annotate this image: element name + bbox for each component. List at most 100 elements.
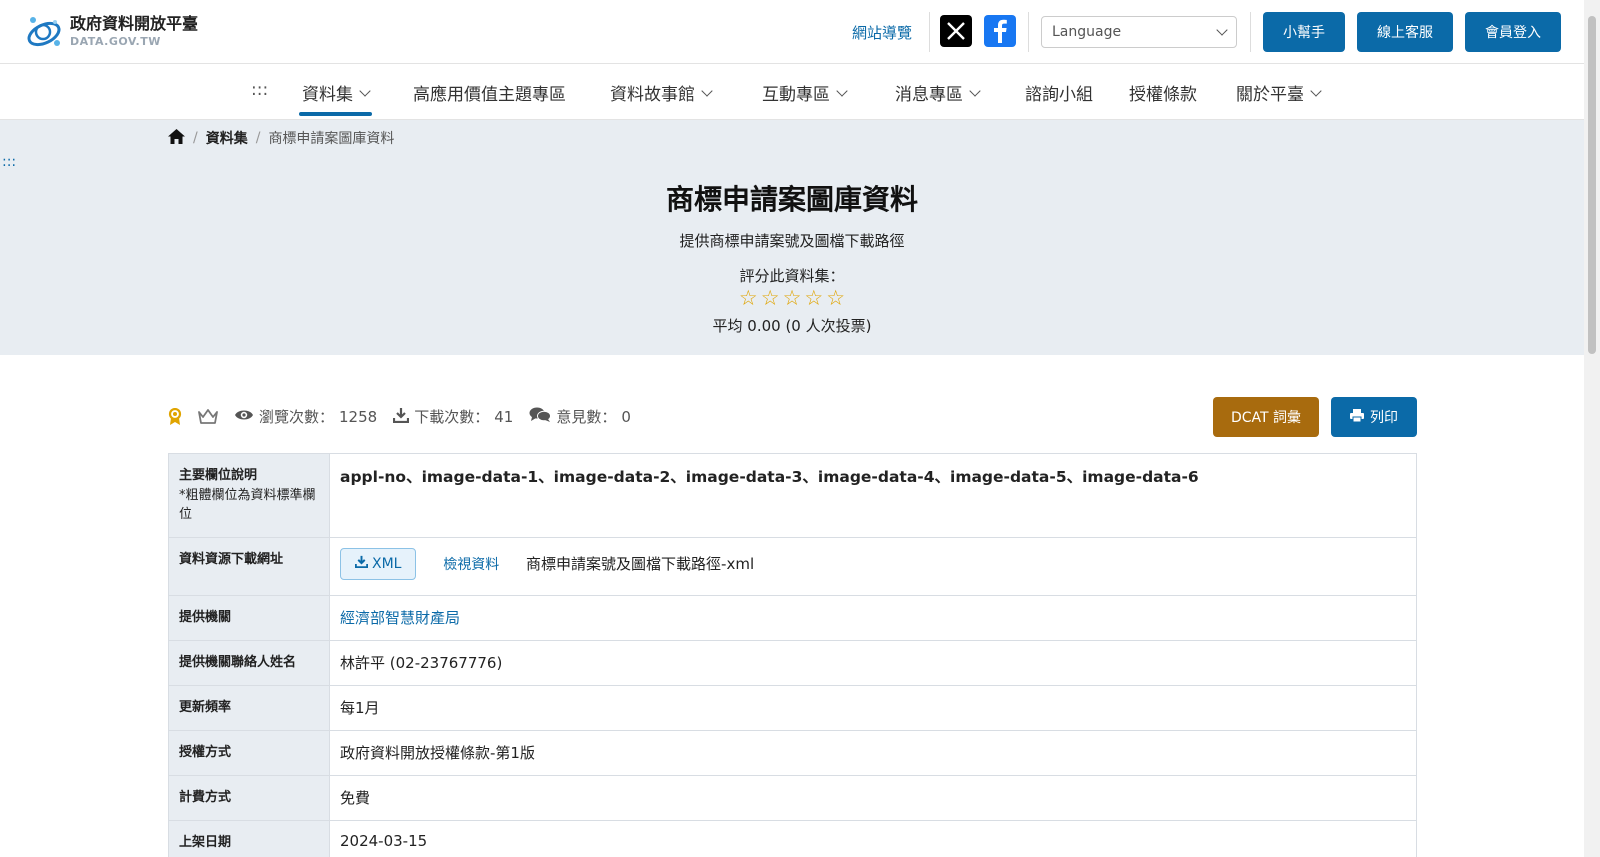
table-row: 提供機關 經濟部智慧財產局 bbox=[168, 594, 1417, 641]
provider-link[interactable]: 經濟部智慧財產局 bbox=[340, 609, 460, 627]
table-row: 主要欄位說明 *粗體欄位為資料標準欄位 appl-no、image-data-1… bbox=[168, 453, 1417, 538]
frequency-value: 每1月 bbox=[340, 698, 380, 717]
scrollbar-thumb[interactable] bbox=[1588, 16, 1596, 354]
resource-label: 資料資源下載網址 bbox=[179, 551, 284, 567]
downloads-stat: 下載次數： 41 bbox=[393, 406, 513, 427]
table-cell: 林許平 (02-23767776) bbox=[329, 639, 1417, 686]
badge-icon bbox=[168, 407, 182, 426]
table-header: 提供機關聯絡人姓名 bbox=[168, 639, 330, 686]
comments-icon bbox=[529, 406, 552, 427]
fields-note: *粗體欄位為資料標準欄位 bbox=[179, 487, 316, 523]
site-logo[interactable]: 政府資料開放平臺 DATA.GOV.TW bbox=[24, 12, 198, 50]
star-icon[interactable]: ☆ bbox=[783, 288, 802, 309]
page-scrollbar[interactable] bbox=[1584, 0, 1600, 857]
table-cell: 經濟部智慧財產局 bbox=[329, 594, 1417, 641]
views-stat: 瀏覽次數： 1258 bbox=[234, 406, 377, 427]
frequency-label: 更新頻率 bbox=[179, 699, 232, 715]
member-login-button[interactable]: 會員登入 bbox=[1465, 12, 1561, 52]
main-nav: ::: 資料集 高應用價值主題專區 資料故事館 互動專區 消息專區 諮詢小組 授… bbox=[0, 64, 1584, 120]
rating-label: 評分此資料集： bbox=[739, 267, 845, 285]
x-twitter-icon[interactable] bbox=[940, 15, 972, 47]
crown-icon bbox=[198, 409, 218, 424]
view-data-link[interactable]: 檢視資料 bbox=[443, 557, 499, 573]
comments-count: 0 bbox=[621, 407, 631, 426]
dataset-info-table: 主要欄位說明 *粗體欄位為資料標準欄位 appl-no、image-data-1… bbox=[168, 453, 1417, 857]
table-row: 授權方式 政府資料開放授權條款-第1版 bbox=[168, 729, 1417, 776]
table-row: 上架日期 2024-03-15 bbox=[168, 819, 1417, 857]
resource-description: 商標申請案號及圖檔下載路徑-xml bbox=[526, 555, 755, 573]
nav-item-advisory[interactable]: 諮詢小組 bbox=[1025, 80, 1093, 105]
language-select[interactable]: Language bbox=[1041, 16, 1237, 48]
table-row: 更新頻率 每1月 bbox=[168, 684, 1417, 731]
xml-download-button[interactable]: XML bbox=[340, 547, 417, 580]
page-title: 商標申請案圖庫資料 bbox=[665, 183, 918, 216]
downloads-count: 41 bbox=[494, 407, 514, 426]
dcat-vocabulary-button[interactable]: DCAT 詞彙 bbox=[1213, 397, 1319, 437]
breadcrumb-separator: / bbox=[255, 130, 261, 146]
breadcrumb-datasets-link[interactable]: 資料集 bbox=[206, 128, 248, 148]
nav-item-license[interactable]: 授權條款 bbox=[1129, 80, 1197, 105]
table-row: 提供機關聯絡人姓名 林許平 (02-23767776) bbox=[168, 639, 1417, 686]
print-button[interactable]: 列印 bbox=[1331, 397, 1417, 437]
chevron-down-icon bbox=[969, 84, 981, 97]
star-icon[interactable]: ☆ bbox=[739, 288, 758, 309]
fee-value: 免費 bbox=[340, 788, 371, 807]
table-header: 主要欄位說明 *粗體欄位為資料標準欄位 bbox=[168, 453, 330, 538]
online-service-button[interactable]: 線上客服 bbox=[1357, 12, 1453, 52]
nav-item-label: 資料集 bbox=[302, 85, 353, 105]
nav-item-about[interactable]: 關於平臺 bbox=[1236, 80, 1322, 105]
nav-item-news[interactable]: 消息專區 bbox=[895, 80, 981, 105]
date-label: 上架日期 bbox=[179, 834, 232, 850]
table-row: 資料資源下載網址 XML 檢視資料 商標申請案號及圖檔下載路徑-xml bbox=[168, 536, 1417, 596]
table-header: 資料資源下載網址 bbox=[168, 536, 330, 596]
divider bbox=[929, 12, 930, 52]
table-header: 更新頻率 bbox=[168, 684, 330, 731]
fields-value: appl-no、image-data-1、image-data-2、image-… bbox=[340, 468, 1199, 486]
nav-accesskey-anchor[interactable]: ::: bbox=[251, 80, 268, 100]
nav-item-label: 互動專區 bbox=[762, 85, 830, 105]
nav-item-label: 資料故事館 bbox=[610, 85, 695, 105]
table-cell: XML 檢視資料 商標申請案號及圖檔下載路徑-xml bbox=[329, 536, 1417, 596]
helper-button[interactable]: 小幫手 bbox=[1263, 12, 1345, 52]
content-accesskey-anchor[interactable]: ::: bbox=[2, 154, 16, 170]
facebook-icon[interactable] bbox=[984, 15, 1016, 47]
chevron-down-icon bbox=[359, 84, 371, 97]
star-icon[interactable]: ☆ bbox=[826, 288, 845, 309]
nav-item-datasets[interactable]: 資料集 bbox=[299, 80, 372, 116]
license-value: 政府資料開放授權條款-第1版 bbox=[340, 743, 535, 762]
home-icon[interactable] bbox=[168, 128, 185, 148]
chevron-down-icon bbox=[701, 84, 713, 97]
sitemap-link[interactable]: 網站導覽 bbox=[852, 22, 912, 43]
chevron-down-icon bbox=[1216, 24, 1228, 36]
rating-average: 平均 0.00 (0 人次投票) bbox=[712, 317, 872, 335]
download-icon bbox=[354, 555, 369, 572]
dataset-stats: 瀏覽次數： 1258 下載次數： 41 意見數： 0 bbox=[168, 406, 647, 427]
breadcrumb-separator: / bbox=[193, 130, 198, 146]
chevron-down-icon bbox=[836, 84, 848, 97]
star-icon[interactable]: ☆ bbox=[761, 288, 780, 309]
comments-stat: 意見數： 0 bbox=[529, 406, 631, 427]
fee-label: 計費方式 bbox=[179, 789, 232, 805]
contact-label: 提供機關聯絡人姓名 bbox=[179, 654, 297, 670]
site-header: 政府資料開放平臺 DATA.GOV.TW 網站導覽 Language 小幫手 線… bbox=[0, 0, 1584, 64]
nav-item-stories[interactable]: 資料故事館 bbox=[610, 80, 713, 105]
divider bbox=[1028, 12, 1029, 52]
star-icon[interactable]: ☆ bbox=[804, 288, 823, 309]
nav-item-label: 消息專區 bbox=[895, 85, 963, 105]
nav-item-interactive[interactable]: 互動專區 bbox=[762, 80, 848, 105]
dataset-hero: / 資料集 / 商標申請案圖庫資料 ::: 商標申請案圖庫資料 提供商標申請案號… bbox=[0, 120, 1584, 355]
nav-item-high-value[interactable]: 高應用價值主題專區 bbox=[413, 80, 566, 105]
logo-title: 政府資料開放平臺 bbox=[70, 13, 199, 33]
divider bbox=[1250, 12, 1251, 52]
table-header: 提供機關 bbox=[168, 594, 330, 641]
table-cell: 2024-03-15 bbox=[329, 819, 1417, 857]
nav-item-label: 關於平臺 bbox=[1236, 85, 1304, 105]
nav-item-label: 諮詢小組 bbox=[1025, 85, 1093, 105]
table-cell: appl-no、image-data-1、image-data-2、image-… bbox=[329, 453, 1417, 538]
table-cell: 政府資料開放授權條款-第1版 bbox=[329, 729, 1417, 776]
contact-value: 林許平 (02-23767776) bbox=[340, 653, 503, 672]
table-header: 授權方式 bbox=[168, 729, 330, 776]
print-icon bbox=[1350, 408, 1364, 426]
comments-label: 意見數： bbox=[556, 408, 617, 426]
print-button-label: 列印 bbox=[1370, 410, 1398, 426]
